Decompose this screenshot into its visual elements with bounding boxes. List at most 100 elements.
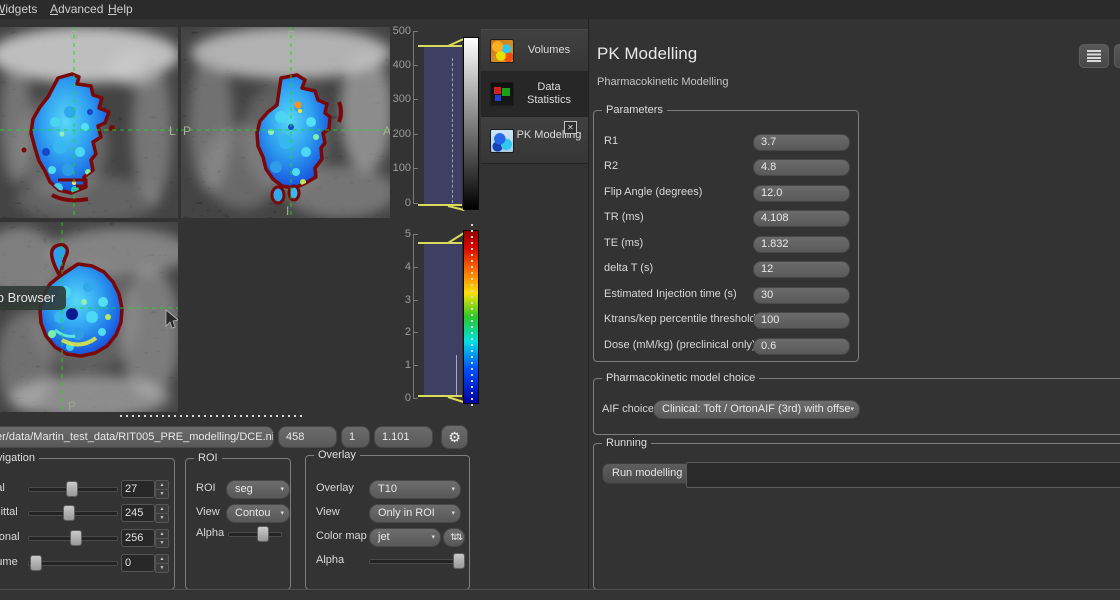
roi-alpha-slider[interactable] <box>228 532 282 537</box>
run-modelling-button[interactable]: Run modelling <box>602 463 692 484</box>
colormap-combo[interactable]: jet▾ <box>369 528 441 547</box>
parameters-title: Parameters <box>602 103 667 117</box>
scale-field[interactable]: 1.101 <box>374 426 433 448</box>
spin-down-icon[interactable]: ▼ <box>155 489 169 499</box>
tab-data-statistics[interactable]: Data Statistics <box>481 71 588 117</box>
param-label: delta T (s) <box>604 262 653 274</box>
application-window: Widgets Advanced Help <box>0 0 1120 600</box>
coronal-spinbox[interactable]: 256 <box>121 529 155 547</box>
hist1-min-handle[interactable] <box>418 204 462 206</box>
chevron-down-icon: ▾ <box>451 505 455 522</box>
hist2-tick: 1 <box>389 359 411 371</box>
tab-volumes-label: Volumes <box>515 44 583 57</box>
hist2-max-handle[interactable] <box>418 242 462 244</box>
panel-separator <box>588 18 589 600</box>
model-choice-group: Pharmacokinetic model choice AIF choice … <box>593 378 1120 435</box>
volume-slider[interactable] <box>28 561 118 566</box>
orientation-label-left: L <box>169 124 176 138</box>
overlay-view-combo[interactable]: Only in ROI▾ <box>369 504 461 523</box>
vertical-splitter-handle[interactable] <box>471 224 473 410</box>
overlay-title: Overlay <box>314 448 360 462</box>
pk-modelling-icon <box>490 129 514 153</box>
image-view-top-right[interactable]: S P A I <box>181 27 390 218</box>
axial-spinbox[interactable]: 27 <box>121 480 155 498</box>
gear-icon[interactable]: ⚙ <box>441 425 468 449</box>
hist2-curve <box>456 355 457 395</box>
param-input-dose[interactable]: 0.6 <box>753 338 850 355</box>
tab-pk-modelling[interactable]: PK Modelling ✕ <box>481 117 588 164</box>
overlay-combo[interactable]: T10▾ <box>369 480 461 499</box>
param-label: Ktrans/kep percentile threshold <box>604 313 756 325</box>
horizontal-splitter-handle[interactable] <box>120 415 302 417</box>
data-statistics-icon <box>490 82 514 106</box>
sagittal-spinbox[interactable]: 245 <box>121 504 155 522</box>
hist2-tick: 0 <box>389 392 411 404</box>
spin-down-icon[interactable]: ▼ <box>155 513 169 523</box>
hist1-tick: 100 <box>389 162 411 174</box>
roi-combo[interactable]: seg▾ <box>226 480 290 499</box>
hist2-tick: 4 <box>389 261 411 273</box>
index-field[interactable]: 1 <box>341 426 370 448</box>
hist1-max-handle[interactable] <box>418 45 462 47</box>
file-path-field[interactable]: er/data/Martin_test_data/RIT005_PRE_mode… <box>0 426 274 448</box>
image-view-bottom-left[interactable]: P <box>0 222 178 412</box>
volumes-icon <box>490 39 514 63</box>
volume-spinbox[interactable]: 0 <box>121 554 155 572</box>
orientation-label-superior: S <box>287 28 295 42</box>
roi-view-combo[interactable]: Contou▾ <box>226 504 290 523</box>
hist1-tick: 300 <box>389 93 411 105</box>
param-input-injection-time[interactable]: 30 <box>753 287 850 304</box>
navigation-title: Navigation <box>0 451 39 465</box>
menu-advanced[interactable]: Advanced <box>50 2 103 16</box>
hist2-tick: 5 <box>389 228 411 240</box>
param-label: TE (ms) <box>604 237 643 249</box>
param-input-r1[interactable]: 3.7 <box>753 134 850 151</box>
volume-label: Volume <box>0 556 18 568</box>
chevron-down-icon: ▾ <box>280 505 284 522</box>
hist1-level-region[interactable] <box>424 46 462 205</box>
aif-choice-label: AIF choice <box>602 403 654 415</box>
sagittal-label: Sagittal <box>0 506 18 518</box>
menu-help[interactable]: Help <box>108 2 133 16</box>
param-input-flip-angle[interactable]: 12.0 <box>753 185 850 202</box>
tab-volumes[interactable]: Volumes <box>481 29 588 72</box>
menu-bar: Widgets Advanced Help <box>0 0 1120 19</box>
sagittal-slider[interactable] <box>28 511 118 516</box>
hist1-tick: 200 <box>389 128 411 140</box>
param-label: Dose (mM/kg) (preclinical only) <box>604 339 756 351</box>
menu-widgets[interactable]: Widgets <box>0 2 37 16</box>
overlay-alpha-slider[interactable] <box>369 559 461 564</box>
hist1-tick: 400 <box>389 59 411 71</box>
tooltip: Tab Browser <box>0 286 66 310</box>
overlay-view-label: View <box>316 506 340 518</box>
grayscale-gradient-bar[interactable] <box>463 37 479 210</box>
mri-axial-image: P <box>0 222 178 412</box>
roi-group: ROI ROI seg▾ View Contou▾ Alpha <box>185 458 291 590</box>
hist1-axis-line <box>413 31 414 204</box>
hist1-curve <box>452 58 453 203</box>
menu-button[interactable] <box>1079 44 1109 68</box>
orientation-label-inferior: I <box>286 204 289 218</box>
param-label: Flip Angle (degrees) <box>604 186 702 198</box>
close-icon[interactable]: ✕ <box>564 121 577 134</box>
coronal-slider[interactable] <box>28 536 118 541</box>
spin-down-icon[interactable]: ▼ <box>155 538 169 548</box>
param-input-r2[interactable]: 4.8 <box>753 159 850 176</box>
param-input-te[interactable]: 1.832 <box>753 236 850 253</box>
axial-slider[interactable] <box>28 487 118 492</box>
param-input-tr[interactable]: 4.108 <box>753 210 850 227</box>
colormap-levels-icon[interactable]: ⇅⇅ <box>443 528 465 547</box>
extra-button[interactable] <box>1114 44 1120 68</box>
page-subtitle: Pharmacokinetic Modelling <box>597 76 728 88</box>
param-input-delta-t[interactable]: 12 <box>753 261 850 278</box>
spin-down-icon[interactable]: ▼ <box>155 563 169 573</box>
model-choice-title: Pharmacokinetic model choice <box>602 371 759 385</box>
volume-count-field[interactable]: 458 <box>278 426 337 448</box>
param-label: Estimated Injection time (s) <box>604 288 737 300</box>
aif-choice-combo[interactable]: Clinical: Toft / OrtonAIF (3rd) with off… <box>653 400 860 419</box>
overlay-group: Overlay Overlay T10▾ View Only in ROI▾ C… <box>305 455 470 590</box>
param-input-ktrans-threshold[interactable]: 100 <box>753 312 850 329</box>
image-view-top-left[interactable]: S L <box>0 27 178 218</box>
running-title: Running <box>602 436 651 450</box>
hist2-min-handle[interactable] <box>418 395 462 397</box>
